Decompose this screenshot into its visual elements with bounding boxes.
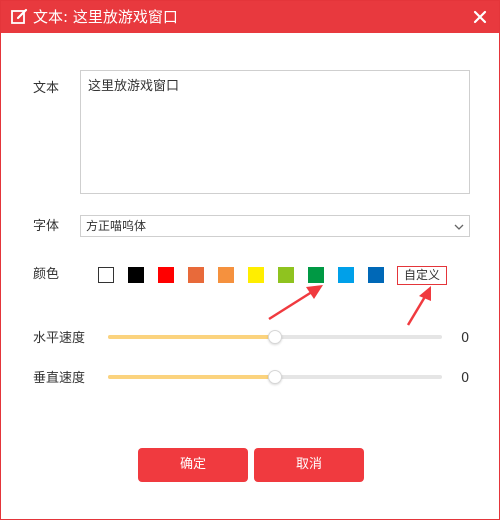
color-swatch[interactable] xyxy=(158,267,174,283)
slider-thumb[interactable] xyxy=(268,330,282,344)
color-swatch[interactable] xyxy=(128,267,144,283)
arrow-icon xyxy=(268,285,323,321)
custom-color-button[interactable]: 自定义 xyxy=(397,266,447,285)
arrow-icon xyxy=(406,286,431,326)
window-title: 文本: 这里放游戏窗口 xyxy=(33,8,178,26)
horizontal-speed-label: 水平速度 xyxy=(33,331,86,346)
horizontal-speed-slider[interactable] xyxy=(108,329,442,345)
font-label: 字体 xyxy=(33,219,60,234)
vertical-speed-label: 垂直速度 xyxy=(33,371,86,386)
color-swatch[interactable] xyxy=(368,267,384,283)
slider-fill xyxy=(108,335,275,339)
color-swatch[interactable] xyxy=(278,267,294,283)
vertical-speed-value: 0 xyxy=(461,371,470,386)
color-swatch[interactable] xyxy=(218,267,234,283)
font-select-value: 方正喵呜体 xyxy=(86,219,147,233)
text-dialog: 文本: 这里放游戏窗口 文本 字体 方正喵呜体 颜色 自定义 水平速度 0 垂直… xyxy=(0,0,500,520)
chevron-down-icon xyxy=(454,224,464,230)
color-label: 颜色 xyxy=(33,267,60,282)
color-swatch[interactable] xyxy=(248,267,264,283)
cancel-button[interactable]: 取消 xyxy=(254,448,364,482)
text-label: 文本 xyxy=(33,81,60,96)
slider-fill xyxy=(108,375,275,379)
text-input[interactable] xyxy=(80,70,470,194)
color-swatch[interactable] xyxy=(338,267,354,283)
font-select[interactable]: 方正喵呜体 xyxy=(80,215,470,237)
color-swatch[interactable] xyxy=(188,267,204,283)
close-icon[interactable] xyxy=(471,8,489,26)
edit-icon xyxy=(11,8,28,24)
slider-thumb[interactable] xyxy=(268,370,282,384)
ok-button[interactable]: 确定 xyxy=(138,448,248,482)
title-bar: 文本: 这里放游戏窗口 xyxy=(1,1,499,33)
vertical-speed-slider[interactable] xyxy=(108,369,442,385)
horizontal-speed-value: 0 xyxy=(461,331,470,346)
color-swatch[interactable] xyxy=(308,267,324,283)
color-swatch[interactable] xyxy=(98,267,114,283)
